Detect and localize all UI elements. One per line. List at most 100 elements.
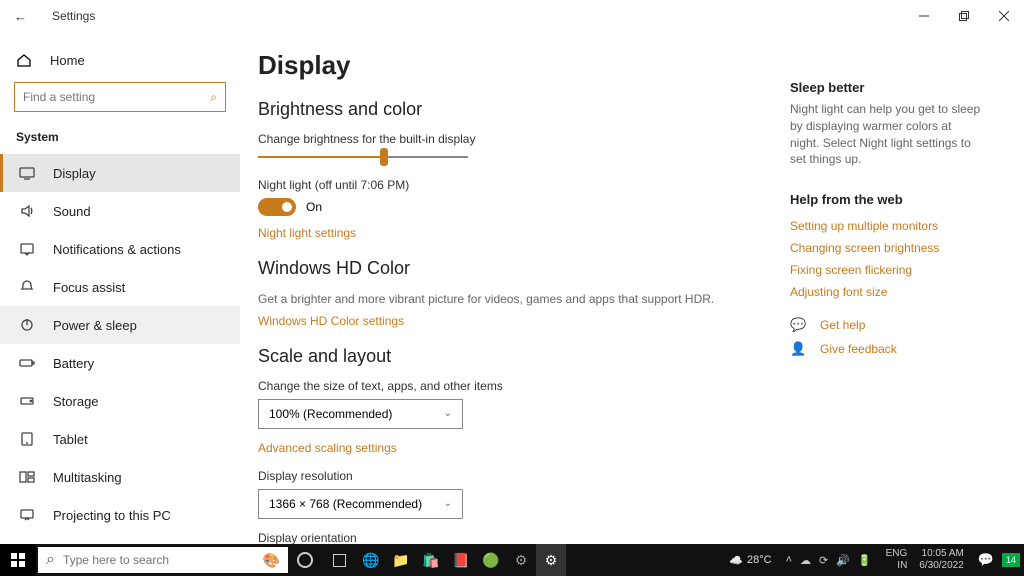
hdcolor-settings-link[interactable]: Windows HD Color settings [258, 314, 790, 328]
main-content: Display Brightness and color Change brig… [240, 32, 790, 544]
section-label: System [0, 122, 240, 154]
back-button[interactable]: ← [14, 9, 34, 24]
get-help-link[interactable]: Get help [820, 318, 865, 332]
give-feedback-link[interactable]: Give feedback [820, 342, 897, 356]
weather-icon: ☁️ [729, 554, 743, 567]
sidebar-item-storage[interactable]: Storage [0, 382, 240, 420]
wifi-icon[interactable]: ⟳ [819, 554, 828, 567]
focus-assist-icon [19, 279, 35, 295]
clock[interactable]: 10:05 AM 6/30/2022 [913, 548, 970, 572]
onedrive-icon[interactable]: ☁ [800, 554, 811, 567]
battery-icon [19, 355, 35, 371]
chevron-up-icon[interactable]: ˄ [786, 554, 792, 566]
search-icon: ⌕ [46, 551, 55, 569]
night-light-settings-link[interactable]: Night light settings [258, 226, 790, 240]
sidebar-item-notifications[interactable]: Notifications & actions [0, 230, 240, 268]
help-link-brightness[interactable]: Changing screen brightness [790, 241, 982, 255]
temperature: 28°C [747, 554, 772, 566]
sidebar-item-label: Projecting to this PC [53, 508, 171, 523]
sidebar-item-projecting[interactable]: Projecting to this PC [0, 496, 240, 534]
task-view-button[interactable] [322, 544, 356, 576]
brightness-slider[interactable] [258, 152, 468, 162]
settings-icon-active[interactable]: ⚙ [536, 544, 566, 576]
start-button[interactable] [0, 544, 36, 576]
scale-value: 100% (Recommended) [269, 407, 392, 421]
right-pane: Sleep better Night light can help you ge… [790, 32, 1000, 544]
home-nav[interactable]: Home [0, 44, 240, 76]
sidebar-item-label: Sound [53, 204, 91, 219]
find-setting-search[interactable]: ⌕ [14, 82, 226, 112]
sleep-better-desc: Night light can help you get to sleep by… [790, 101, 982, 168]
minimize-button[interactable] [904, 2, 944, 30]
close-button[interactable] [984, 2, 1024, 30]
advanced-scaling-link[interactable]: Advanced scaling settings [258, 441, 790, 455]
titlebar: ← Settings [0, 0, 1024, 32]
notifications-icon [19, 241, 35, 257]
sidebar-item-label: Display [53, 166, 96, 181]
search-input[interactable] [23, 90, 210, 104]
search-icon: ⌕ [210, 90, 217, 105]
toggle-state-label: On [306, 200, 322, 214]
cortana-button[interactable] [288, 544, 322, 576]
office-icon[interactable]: 📕 [446, 544, 476, 576]
explorer-icon[interactable]: 📁 [386, 544, 416, 576]
sidebar-item-tablet[interactable]: Tablet [0, 420, 240, 458]
home-label: Home [50, 53, 85, 68]
chevron-down-icon: ⌄ [444, 408, 452, 419]
sidebar-item-label: Multitasking [53, 470, 122, 485]
scale-heading: Scale and layout [258, 346, 790, 367]
help-web-heading: Help from the web [790, 192, 982, 207]
help-link-monitors[interactable]: Setting up multiple monitors [790, 219, 982, 233]
orientation-label: Display orientation [258, 531, 790, 544]
sidebar-item-label: Tablet [53, 432, 88, 447]
copilot-icon: 🎨 [263, 552, 280, 569]
scale-dropdown[interactable]: 100% (Recommended) ⌄ [258, 399, 463, 429]
sidebar-item-battery[interactable]: Battery [0, 344, 240, 382]
sidebar-item-label: Notifications & actions [53, 242, 181, 257]
brightness-label: Change brightness for the built-in displ… [258, 132, 790, 146]
sidebar-item-label: Focus assist [53, 280, 125, 295]
help-link-flickering[interactable]: Fixing screen flickering [790, 263, 982, 277]
settings-icon[interactable]: ⚙ [506, 544, 536, 576]
chevron-down-icon: ⌄ [444, 498, 452, 509]
feedback-icon: 👤 [790, 341, 806, 357]
hdcolor-desc: Get a brighter and more vibrant picture … [258, 291, 790, 308]
sidebar: Home ⌕ System Display Sound Notification… [0, 32, 240, 544]
resolution-value: 1366 × 768 (Recommended) [269, 497, 422, 511]
brightness-heading: Brightness and color [258, 99, 790, 120]
scale-label: Change the size of text, apps, and other… [258, 379, 790, 393]
sidebar-item-display[interactable]: Display [0, 154, 240, 192]
store-icon[interactable]: 🛍️ [416, 544, 446, 576]
resolution-dropdown[interactable]: 1366 × 768 (Recommended) ⌄ [258, 489, 463, 519]
notification-badge[interactable]: 14 [1002, 553, 1020, 567]
taskbar-search-input[interactable] [63, 553, 255, 567]
sidebar-item-power-sleep[interactable]: Power & sleep [0, 306, 240, 344]
multitasking-icon [19, 469, 35, 485]
help-icon: 💬 [790, 317, 806, 333]
language-indicator[interactable]: ENG IN [880, 548, 914, 572]
action-center-button[interactable]: 💬 [970, 552, 1002, 568]
battery-tray-icon[interactable]: 🔋 [858, 554, 872, 567]
restore-button[interactable] [944, 2, 984, 30]
storage-icon [19, 393, 35, 409]
sidebar-item-label: Battery [53, 356, 94, 371]
tablet-icon [19, 431, 35, 447]
sidebar-item-focus-assist[interactable]: Focus assist [0, 268, 240, 306]
sidebar-item-label: Power & sleep [53, 318, 137, 333]
volume-icon[interactable]: 🔊 [836, 554, 850, 567]
sidebar-item-label: Storage [53, 394, 99, 409]
weather-widget[interactable]: ☁️ 28°C [723, 554, 777, 567]
help-link-fontsize[interactable]: Adjusting font size [790, 285, 982, 299]
night-light-toggle[interactable] [258, 198, 296, 216]
projecting-icon [19, 507, 35, 523]
chrome-icon[interactable]: 🟢 [476, 544, 506, 576]
night-light-label: Night light (off until 7:06 PM) [258, 178, 790, 192]
edge-icon[interactable]: 🌐 [356, 544, 386, 576]
sidebar-item-multitasking[interactable]: Multitasking [0, 458, 240, 496]
sleep-better-heading: Sleep better [790, 80, 982, 95]
taskbar: ⌕ 🎨 🌐 📁 🛍️ 📕 🟢 ⚙ ⚙ ☁️ 28°C ˄ ☁ ⟳ 🔊 🔋 ENG… [0, 544, 1024, 576]
sidebar-item-sound[interactable]: Sound [0, 192, 240, 230]
system-tray[interactable]: ˄ ☁ ⟳ 🔊 🔋 [778, 554, 880, 567]
taskbar-search[interactable]: ⌕ 🎨 [38, 547, 288, 573]
sound-icon [19, 203, 35, 219]
